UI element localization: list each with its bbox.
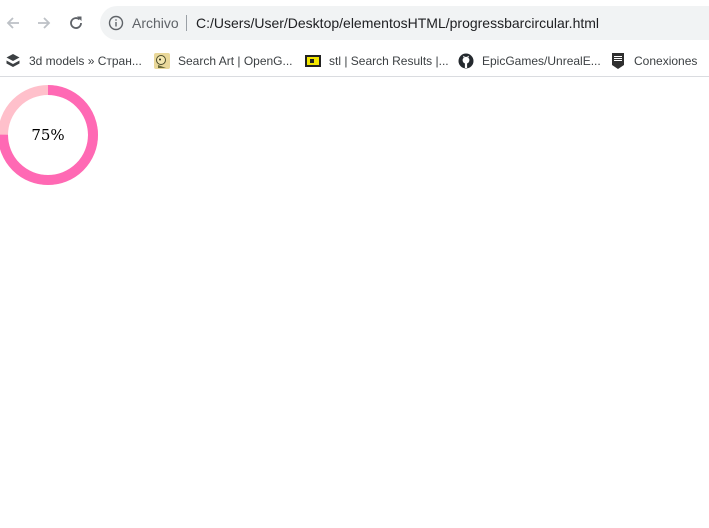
address-bar[interactable]: Archivo C:/Users/User/Desktop/elementosH… [100, 6, 709, 40]
browser-toolbar: Archivo C:/Users/User/Desktop/elementosH… [0, 0, 709, 45]
url-text[interactable]: C:/Users/User/Desktop/elementosHTML/prog… [196, 6, 599, 40]
progress-percentage: 75% [31, 126, 65, 144]
origin-label: Archivo [132, 15, 179, 31]
bookmark-label: Conexiones [634, 53, 698, 68]
bookmark-stl-search[interactable]: stl | Search Results |... [305, 45, 449, 76]
epic-games-icon [612, 52, 624, 69]
bookmarks-bar: 3d models » Стран... Search Art | OpenG.… [0, 45, 709, 77]
info-circle-icon[interactable] [108, 15, 124, 31]
bookmark-label: EpicGames/UnrealE... [482, 53, 601, 68]
opengameart-icon [154, 52, 170, 69]
reload-icon [70, 16, 82, 29]
forward-button[interactable] [32, 11, 56, 35]
arrow-right-icon [38, 17, 51, 29]
origin-separator [186, 15, 187, 31]
back-button[interactable] [1, 11, 25, 35]
bookmark-opengameart[interactable]: Search Art | OpenG... [154, 45, 293, 76]
arrow-left-icon [6, 17, 19, 29]
bookmark-label: stl | Search Results |... [329, 53, 449, 68]
yellow-flag-icon [305, 54, 321, 67]
bookmark-conexiones[interactable]: Conexiones [610, 45, 697, 76]
circular-progress-bar: 75% [0, 85, 98, 185]
bookmark-3d-models[interactable]: 3d models » Стран... [5, 45, 142, 76]
box-stack-icon [6, 53, 20, 67]
bookmark-github-unreal[interactable]: EpicGames/UnrealE... [458, 45, 601, 76]
github-icon [458, 53, 474, 68]
bookmark-label: Search Art | OpenG... [178, 53, 293, 68]
reload-button[interactable] [64, 11, 88, 35]
bookmark-label: 3d models » Стран... [29, 53, 142, 68]
